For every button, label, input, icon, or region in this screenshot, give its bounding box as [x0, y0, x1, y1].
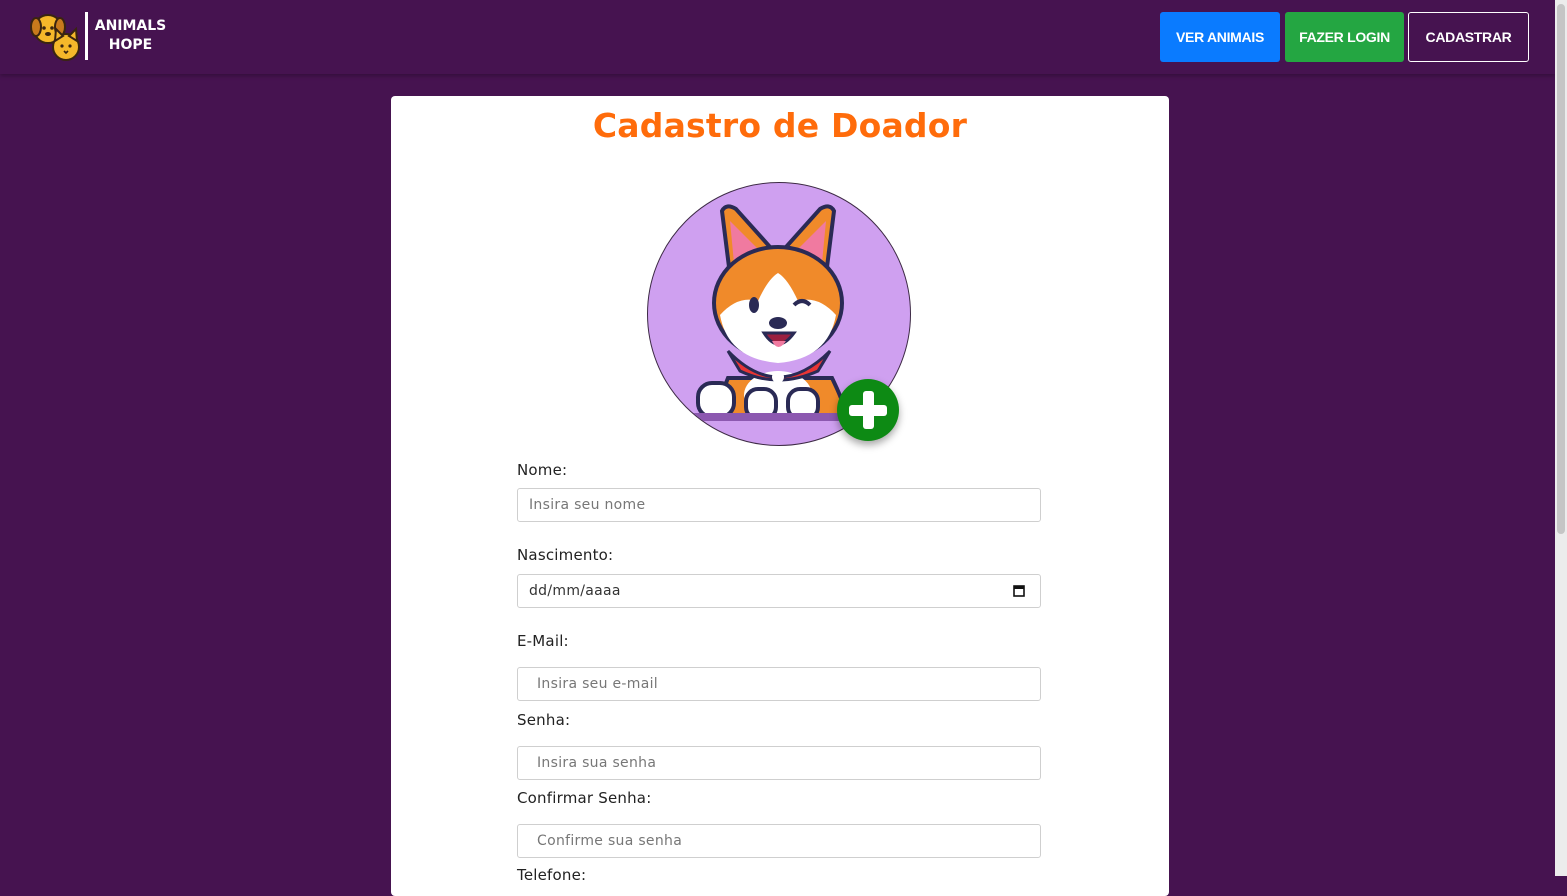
cadastrar-button[interactable]: CADASTRAR — [1408, 12, 1529, 62]
scrollbar-thumb[interactable] — [1557, 4, 1565, 534]
page-scrollbar[interactable] — [1555, 0, 1567, 876]
ver-animais-button[interactable]: VER ANIMAIS — [1160, 12, 1280, 62]
senha-input[interactable]: Insira sua senha — [517, 746, 1041, 780]
brand-logo[interactable]: ANIMALS HOPE — [30, 11, 180, 63]
brand-line-2: HOPE — [108, 37, 153, 53]
top-navbar: ANIMALS HOPE VER ANIMAIS FAZER LOGIN CAD… — [0, 0, 1555, 74]
page-title: Cadastro de Doador — [592, 106, 968, 145]
nascimento-placeholder: dd/mm/aaaa — [529, 583, 621, 599]
nome-input[interactable]: Insira seu nome — [517, 488, 1041, 522]
telefone-label: Telefone: — [517, 866, 587, 884]
email-input[interactable]: Insira seu e-mail — [517, 667, 1041, 701]
confirmar-senha-input[interactable]: Confirme sua senha — [517, 824, 1041, 858]
senha-placeholder: Insira sua senha — [537, 755, 657, 771]
nome-label: Nome: — [517, 461, 568, 479]
dog-cat-logo-icon — [30, 14, 80, 61]
email-placeholder: Insira seu e-mail — [537, 676, 658, 692]
brand-line-1: ANIMALS — [94, 18, 167, 34]
confirmar-senha-label: Confirmar Senha: — [517, 789, 652, 807]
avatar-upload[interactable] — [647, 182, 911, 446]
senha-label: Senha: — [517, 711, 571, 729]
register-card: Cadastro de Doador Nome: Insira seu nome… — [391, 96, 1169, 896]
nascimento-date-input[interactable]: dd/mm/aaaa — [517, 574, 1041, 608]
nascimento-label: Nascimento: — [517, 546, 614, 564]
calendar-icon[interactable] — [1013, 584, 1025, 597]
add-photo-button[interactable] — [837, 379, 899, 441]
email-label: E-Mail: — [517, 632, 569, 650]
brand-name: ANIMALS HOPE — [93, 17, 168, 55]
logo-divider — [85, 12, 88, 60]
confirmar-senha-placeholder: Confirme sua senha — [537, 833, 683, 849]
nome-placeholder: Insira seu nome — [529, 497, 646, 513]
fazer-login-button[interactable]: FAZER LOGIN — [1285, 12, 1404, 62]
